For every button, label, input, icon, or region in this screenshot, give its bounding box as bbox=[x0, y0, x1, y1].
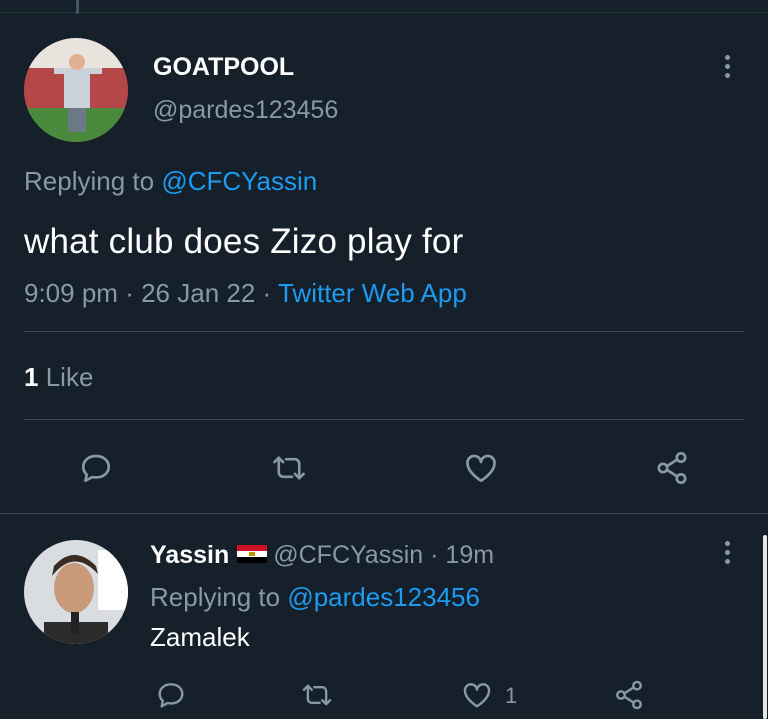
likes-count: 1 bbox=[24, 362, 39, 392]
likes-stat[interactable]: 1 Like bbox=[24, 362, 93, 393]
divider bbox=[24, 331, 744, 332]
reply-replying-to-link[interactable]: @pardes123456 bbox=[287, 582, 480, 612]
replying-to-link[interactable]: @CFCYassin bbox=[161, 166, 317, 196]
reply-age[interactable]: 19m bbox=[445, 541, 494, 569]
display-name[interactable]: GOATPOOL bbox=[153, 53, 294, 82]
tweet-date[interactable]: 26 Jan 22 bbox=[141, 278, 255, 308]
top-border bbox=[0, 12, 768, 13]
meta-separator: · bbox=[125, 278, 134, 308]
heart-icon[interactable] bbox=[460, 679, 494, 711]
retweet-icon[interactable] bbox=[270, 450, 308, 486]
egypt-flag-icon bbox=[237, 545, 268, 564]
more-dots-icon[interactable] bbox=[724, 541, 732, 568]
replying-to-line: Replying to @CFCYassin bbox=[24, 166, 317, 197]
reply-replying-to-line: Replying to @pardes123456 bbox=[150, 582, 480, 613]
tweet-meta: 9:09 pm · 26 Jan 22 · Twitter Web App bbox=[24, 278, 467, 309]
tweet-time[interactable]: 9:09 pm bbox=[24, 278, 118, 308]
thread-line bbox=[76, 0, 79, 14]
section-divider bbox=[0, 513, 768, 514]
replying-prefix: Replying to bbox=[24, 166, 155, 196]
share-icon[interactable] bbox=[613, 679, 645, 711]
reply-replying-prefix: Replying to bbox=[150, 582, 281, 612]
user-handle[interactable]: @pardes123456 bbox=[153, 96, 338, 125]
tweet-source-link[interactable]: Twitter Web App bbox=[278, 278, 467, 308]
header-separator: · bbox=[430, 541, 439, 569]
reply-text: Zamalek bbox=[150, 622, 250, 652]
reply-display-name[interactable]: Yassin bbox=[150, 541, 229, 569]
like-count: 1 bbox=[505, 683, 518, 708]
meta-separator: · bbox=[262, 278, 272, 308]
reply-avatar[interactable] bbox=[24, 540, 128, 644]
heart-icon[interactable] bbox=[462, 450, 500, 486]
share-icon[interactable] bbox=[654, 450, 690, 486]
retweet-icon[interactable] bbox=[300, 679, 334, 711]
more-dots-icon[interactable] bbox=[724, 55, 732, 82]
reply-header: Yassin @CFCYassin · 19m bbox=[150, 541, 494, 570]
tweet-text: what club does Zizo play for bbox=[24, 222, 464, 261]
avatar[interactable] bbox=[24, 38, 128, 142]
likes-label: Like bbox=[45, 362, 94, 392]
reply-icon[interactable] bbox=[78, 450, 114, 486]
divider bbox=[24, 419, 744, 420]
reply-icon[interactable] bbox=[155, 679, 187, 711]
reply-handle[interactable]: @CFCYassin bbox=[273, 541, 423, 569]
scrollbar[interactable] bbox=[763, 535, 767, 719]
